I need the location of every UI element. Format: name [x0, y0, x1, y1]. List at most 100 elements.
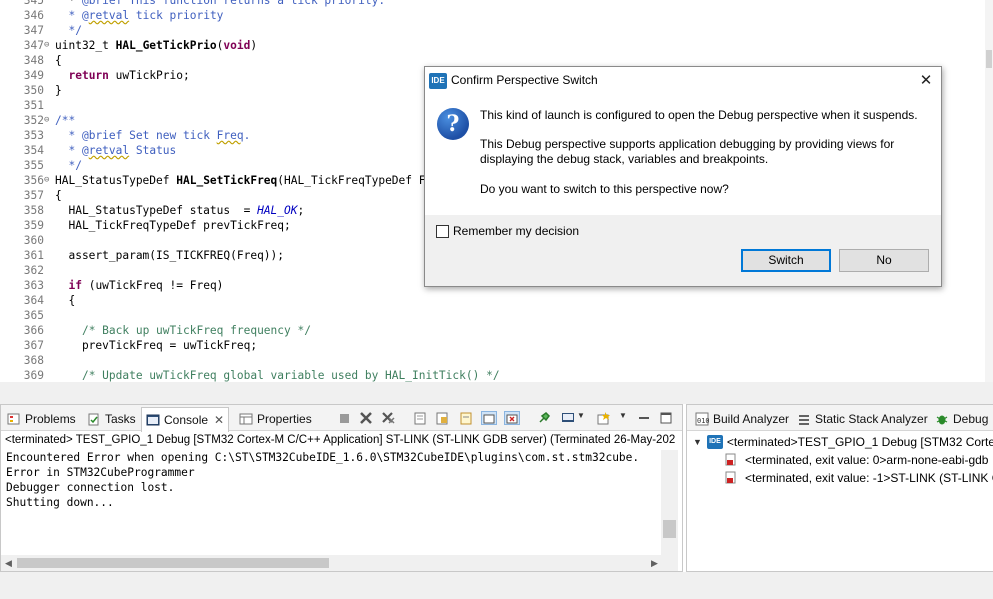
problems-icon: [7, 412, 21, 426]
tab-console-close-icon[interactable]: ✕: [214, 413, 224, 427]
dialog-message-question: Do you want to switch to this perspectiv…: [480, 182, 729, 196]
code-text: {: [55, 189, 62, 202]
close-icon[interactable]: ✕: [911, 67, 941, 95]
tab-tasks-label: Tasks: [105, 412, 136, 426]
remove-all-terminated-icon[interactable]: [381, 411, 397, 425]
line-number: 362: [23, 264, 44, 277]
process-terminated-icon: [725, 453, 737, 467]
code-text: return uwTickPrio;: [68, 69, 190, 82]
maximize-icon[interactable]: [659, 411, 675, 425]
display-console-dropdown-icon[interactable]: ▼: [577, 411, 593, 425]
properties-icon: [239, 412, 253, 426]
line-number: 366: [23, 324, 44, 337]
scroll-lock-icon[interactable]: [435, 411, 451, 425]
terminate-icon[interactable]: [337, 411, 353, 425]
console-line: Debugger connection lost.: [6, 481, 175, 494]
console-tabbar: Problems Tasks Console ✕ Properties ▼ ▼: [1, 405, 682, 432]
code-text: {: [55, 54, 62, 67]
checkbox-box[interactable]: [436, 224, 449, 238]
fold-toggle-icon[interactable]: ⊖: [44, 173, 54, 188]
debug-bug-icon: [935, 412, 949, 426]
debug-child-label: <terminated, exit value: -1>ST-LINK (ST-…: [745, 471, 993, 485]
debug-tree-child-gdb[interactable]: <terminated, exit value: 0>arm-none-eabi…: [725, 451, 988, 469]
line-number: 360: [23, 234, 44, 247]
static-stack-icon: [797, 412, 811, 426]
minimize-icon[interactable]: [637, 411, 653, 425]
code-text: */: [68, 24, 82, 37]
tab-build-analyzer[interactable]: 010 Build Analyzer: [691, 408, 793, 430]
process-terminated-icon: [725, 471, 737, 485]
tasks-icon: [87, 412, 101, 426]
code-text: HAL_StatusTypeDef status = HAL_OK;: [55, 204, 305, 217]
open-console-dropdown-icon[interactable]: ▼: [619, 411, 635, 425]
code-line: 345 * @brief This function returns a tic…: [0, 0, 985, 8]
line-number: 369: [23, 369, 44, 382]
show-on-error-icon[interactable]: [504, 411, 520, 425]
line-number: 347: [23, 39, 44, 52]
tab-properties[interactable]: Properties: [235, 408, 316, 430]
code-text: {: [55, 294, 76, 307]
line-number: 354: [23, 144, 44, 157]
question-icon: ?: [437, 108, 469, 140]
line-number: 365: [23, 309, 44, 322]
svg-text:010: 010: [697, 417, 709, 425]
word-wrap-icon[interactable]: [459, 411, 475, 425]
editor-vertical-scrollbar[interactable]: [985, 0, 993, 382]
display-console-icon[interactable]: [561, 411, 577, 425]
scroll-left-icon[interactable]: ◀: [5, 558, 12, 569]
tab-console[interactable]: Console ✕: [141, 407, 230, 432]
debug-root-label: <terminated>TEST_GPIO_1 Debug [STM32 Cor…: [726, 435, 993, 449]
line-number: 361: [23, 249, 44, 262]
line-number: 346: [23, 9, 44, 22]
code-text: HAL_TickFreqTypeDef prevTickFreq;: [55, 219, 291, 232]
console-vscroll-thumb[interactable]: [663, 520, 676, 538]
no-button[interactable]: No: [839, 249, 929, 272]
tab-console-label: Console: [164, 413, 209, 427]
show-on-output-icon[interactable]: [481, 411, 497, 425]
debug-tree-root[interactable]: ▼ IDE <terminated>TEST_GPIO_1 Debug [STM…: [693, 433, 993, 451]
fold-toggle-icon[interactable]: ⊖: [44, 113, 54, 128]
console-panel: Problems Tasks Console ✕ Properties ▼ ▼ …: [0, 404, 683, 572]
line-number: 358: [23, 204, 44, 217]
console-vertical-scrollbar[interactable]: [661, 450, 678, 555]
open-console-icon[interactable]: [597, 411, 613, 425]
code-line: 346 * @retval tick priority: [0, 8, 985, 23]
remove-launch-icon[interactable]: [359, 411, 375, 425]
switch-button[interactable]: Switch: [741, 249, 831, 272]
scroll-right-icon[interactable]: ▶: [651, 558, 658, 569]
code-line: 368: [0, 353, 985, 368]
dialog-titlebar[interactable]: IDE Confirm Perspective Switch ✕: [425, 67, 941, 95]
dialog-message-launch: This kind of launch is configured to ope…: [480, 108, 918, 122]
console-horizontal-scrollbar[interactable]: ◀ ▶: [1, 555, 678, 571]
clear-console-icon[interactable]: [413, 411, 429, 425]
confirm-perspective-switch-dialog: IDE Confirm Perspective Switch ✕ ? This …: [424, 66, 942, 287]
tab-problems[interactable]: Problems: [3, 408, 80, 430]
panel-sash[interactable]: [0, 382, 993, 404]
tab-static-stack-analyzer[interactable]: Static Stack Analyzer: [793, 408, 932, 430]
line-number: 348: [23, 54, 44, 67]
console-launch-status: <terminated> TEST_GPIO_1 Debug [STM32 Co…: [5, 434, 676, 446]
debug-tree-child-stlink[interactable]: <terminated, exit value: -1>ST-LINK (ST-…: [725, 469, 993, 487]
expand-arrow-icon[interactable]: ▼: [693, 437, 702, 447]
console-output[interactable]: Encountered Error when opening C:\ST\STM…: [1, 450, 661, 555]
console-icon: [146, 413, 160, 427]
code-text: * @retval tick priority: [68, 9, 224, 22]
line-number: 345: [23, 0, 44, 7]
debug-child-label: <terminated, exit value: 0>arm-none-eabi…: [745, 453, 989, 467]
console-line: Error in STM32CubeProgrammer: [6, 466, 195, 479]
code-line: 366 /* Back up uwTickFreq frequency */: [0, 323, 985, 338]
status-bar: [0, 572, 993, 599]
editor-scroll-thumb[interactable]: [986, 50, 992, 68]
tab-debug[interactable]: Debug: [931, 408, 992, 430]
code-text: /* Update uwTickFreq global variable use…: [81, 369, 500, 382]
dialog-title: Confirm Perspective Switch: [451, 73, 598, 87]
tab-problems-label: Problems: [25, 412, 76, 426]
console-hscroll-thumb[interactable]: [17, 558, 329, 568]
remember-decision-checkbox[interactable]: Remember my decision: [436, 224, 579, 238]
fold-toggle-icon[interactable]: ⊖: [44, 38, 54, 53]
code-line: 365: [0, 308, 985, 323]
console-line: Shutting down...: [6, 496, 114, 509]
code-line: 369 /* Update uwTickFreq global variable…: [0, 368, 985, 382]
pin-console-icon[interactable]: [537, 411, 553, 425]
tab-tasks[interactable]: Tasks: [83, 408, 140, 430]
